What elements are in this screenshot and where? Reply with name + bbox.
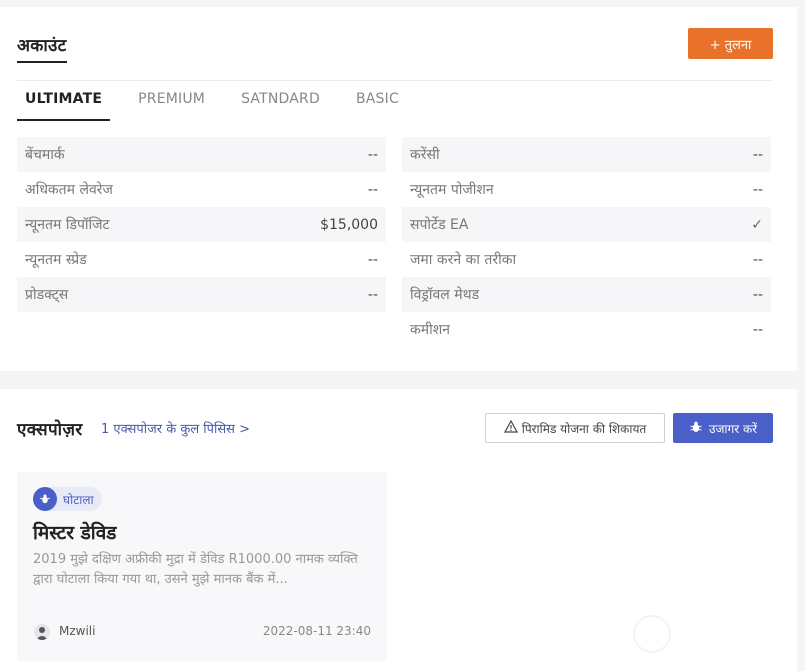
tab-premium[interactable]: PREMIUM xyxy=(130,91,213,121)
pyramid-complaint-label: पिरामिड योजना की शिकायत xyxy=(521,421,647,436)
exposure-title: एक्सपोज़र xyxy=(17,420,83,440)
spec-row: बेंचमार्क -- xyxy=(17,137,386,172)
spec-label: करेंसी xyxy=(410,147,440,163)
spec-value: -- xyxy=(367,251,378,268)
bug-icon xyxy=(689,420,703,437)
tab-basic[interactable]: BASIC xyxy=(348,91,407,121)
post-title: मिस्टर डेविड xyxy=(33,522,117,544)
divider xyxy=(17,80,773,81)
spec-row: कमीशन -- xyxy=(402,312,771,347)
spec-label: कमीशन xyxy=(410,322,451,338)
spec-row: विड्रॉवल मेथड -- xyxy=(402,277,771,312)
spec-value: $15,000 xyxy=(320,216,378,233)
spec-row: करेंसी -- xyxy=(402,137,771,172)
spec-row: प्रोडक्ट्स -- xyxy=(17,277,386,312)
post-excerpt: 2019 मुझे दक्षिण अफ्रीकी मुद्रा में डेवि… xyxy=(33,552,358,587)
check-icon: ✓ xyxy=(751,216,763,233)
spec-label: न्यूनतम डिपॉजिट xyxy=(25,217,110,233)
avatar xyxy=(34,624,50,640)
account-section: अकाउंट + तुलना ULTIMATE PREMIUM SATNDARD… xyxy=(0,7,797,371)
spec-label: बेंचमार्क xyxy=(25,147,65,163)
account-tabs: ULTIMATE PREMIUM SATNDARD BASIC xyxy=(17,91,427,121)
spec-label: न्यूनतम पोजीशन xyxy=(410,182,494,198)
spec-value: -- xyxy=(752,146,763,163)
spec-row: अधिकतम लेवरेज -- xyxy=(17,172,386,207)
spec-row: न्यूनतम पोजीशन -- xyxy=(402,172,771,207)
spec-label: प्रोडक्ट्स xyxy=(25,287,69,303)
spec-label: न्यूनतम स्प्रेड xyxy=(25,252,87,268)
spec-value: -- xyxy=(752,321,763,338)
post-timestamp: 2022-08-11 23:40 xyxy=(262,624,371,638)
expose-label: उजागर करें xyxy=(708,421,758,436)
spec-row: जमा करने का तरीका -- xyxy=(402,242,771,277)
exposure-count-link[interactable]: 1 एक्सपोजर के कुल पिसिस > xyxy=(101,419,250,437)
warning-icon xyxy=(503,419,518,437)
spec-value: -- xyxy=(367,181,378,198)
tab-standard[interactable]: SATNDARD xyxy=(233,91,328,121)
watermark-logo xyxy=(633,615,671,653)
spec-row: न्यूनतम डिपॉजिट $15,000 xyxy=(17,207,386,242)
spec-label: अधिकतम लेवरेज xyxy=(25,182,113,198)
tab-ultimate[interactable]: ULTIMATE xyxy=(17,91,111,121)
account-title: अकाउंट xyxy=(17,33,67,63)
spec-value: -- xyxy=(752,181,763,198)
spec-value: -- xyxy=(752,286,763,303)
compare-button[interactable]: + तुलना xyxy=(688,28,773,59)
spec-value: -- xyxy=(752,251,763,268)
pyramid-complaint-button[interactable]: पिरामिड योजना की शिकायत xyxy=(485,413,665,443)
tag-label: घोटाला xyxy=(63,492,94,507)
bug-icon xyxy=(33,487,57,511)
spec-label: जमा करने का तरीका xyxy=(410,252,517,268)
scam-tag: घोटाला xyxy=(33,487,102,511)
spec-value: -- xyxy=(367,146,378,163)
post-author: Mzwili xyxy=(59,624,96,638)
spec-value: -- xyxy=(367,286,378,303)
expose-button[interactable]: उजागर करें xyxy=(673,413,773,443)
account-specs-right: करेंसी -- न्यूनतम पोजीशन -- सपोर्टेड EA ✓ ज… xyxy=(402,137,771,347)
spec-label: सपोर्टेड EA xyxy=(410,217,469,233)
exposure-section: एक्सपोज़र 1 एक्सपोजर के कुल पिसिस > पिरा… xyxy=(0,389,797,671)
spec-label: विड्रॉवल मेथड xyxy=(410,287,480,303)
exposure-post-card[interactable]: घोटाला मिस्टर डेविड 2019 मुझे दक्षिण अफ्… xyxy=(17,472,387,661)
spec-row: सपोर्टेड EA ✓ xyxy=(402,207,771,242)
account-specs-left: बेंचमार्क -- अधिकतम लेवरेज -- न्यूनतम डिपॉ… xyxy=(17,137,386,312)
spec-row: न्यूनतम स्प्रेड -- xyxy=(17,242,386,277)
watermark-icon xyxy=(633,615,671,653)
